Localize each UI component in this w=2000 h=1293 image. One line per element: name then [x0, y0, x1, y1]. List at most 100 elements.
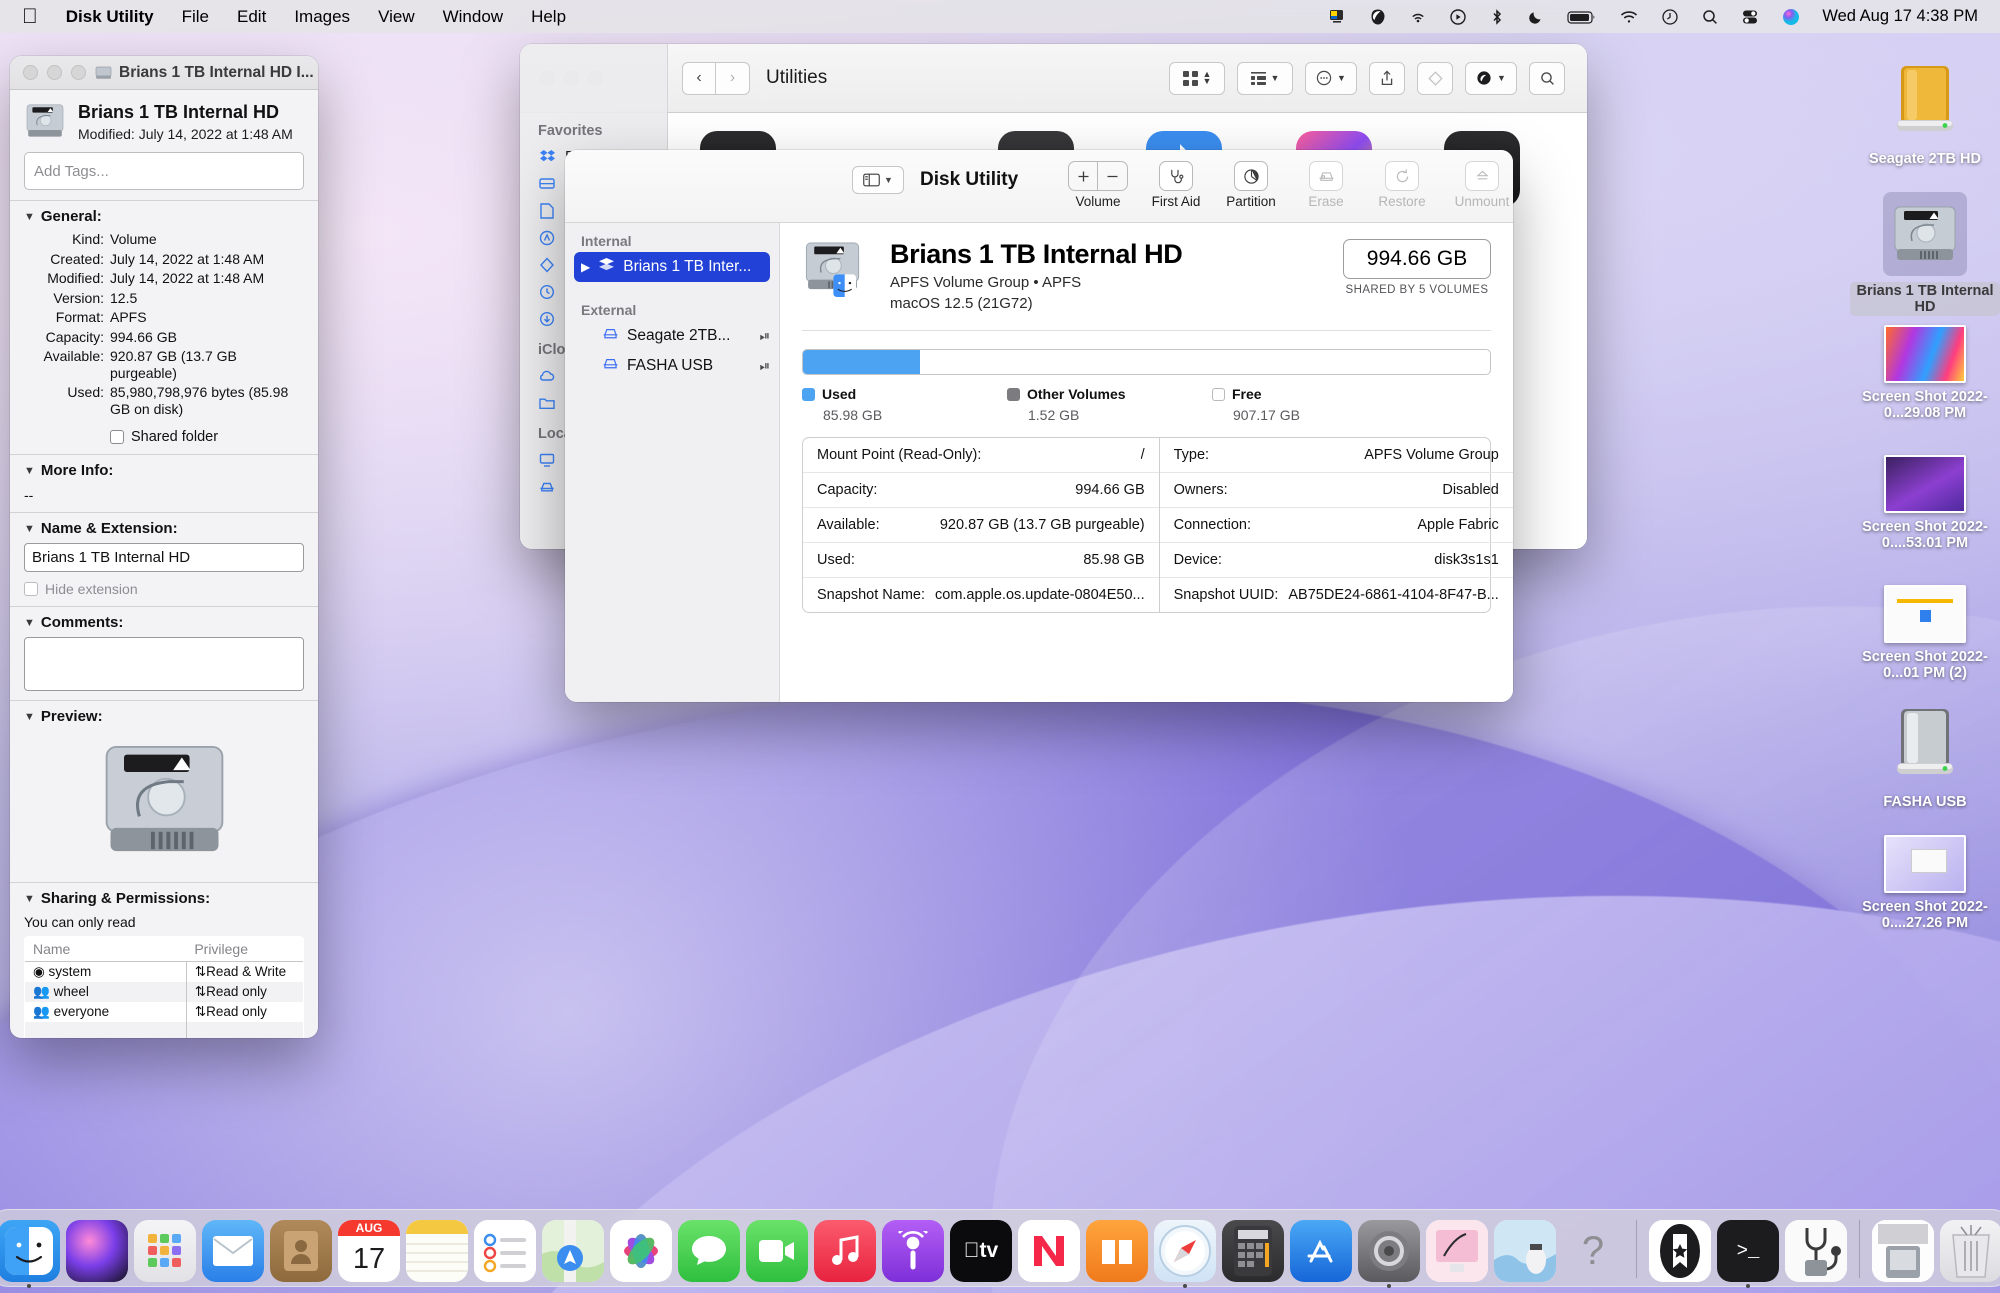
menu-item-edit[interactable]: Edit: [223, 7, 280, 27]
desktop-icon-screenshot-1[interactable]: Screen Shot 2022-0...29.08 PM: [1850, 325, 2000, 421]
group-by-button[interactable]: ▼: [1237, 62, 1293, 95]
dropbox-menu-button[interactable]: ▼: [1465, 62, 1517, 95]
eject-icon[interactable]: ⏯: [760, 358, 770, 374]
do-not-disturb-icon[interactable]: [1516, 8, 1556, 26]
menu-bar-clock[interactable]: Wed Aug 17 4:38 PM: [1812, 7, 2000, 26]
dock-item-facetime[interactable]: [746, 1220, 808, 1282]
toolbar-unmount-button[interactable]: Unmount: [1451, 161, 1513, 209]
share-button[interactable]: [1369, 62, 1405, 95]
action-menu-button[interactable]: ▼: [1305, 62, 1357, 95]
sharing-permissions-header[interactable]: ▼ Sharing & Permissions:: [24, 890, 304, 907]
dock-item-bookends[interactable]: [1649, 1220, 1711, 1282]
dock-item-siri[interactable]: [66, 1220, 128, 1282]
dock-item-reminders[interactable]: [474, 1220, 536, 1282]
dock-item-calendar[interactable]: AUG 17: [338, 1220, 400, 1282]
toolbar-erase-button[interactable]: Erase: [1295, 161, 1357, 209]
airplay-icon[interactable]: [1398, 8, 1438, 26]
table-row[interactable]: ◉ system ⇅Read & Write: [25, 962, 304, 983]
now-playing-icon[interactable]: [1438, 8, 1478, 26]
menu-item-images[interactable]: Images: [280, 7, 364, 27]
spotlight-icon[interactable]: [1690, 8, 1730, 26]
more-info-header[interactable]: ▼ More Info:: [24, 462, 304, 479]
sidebar-view-button[interactable]: ▼: [852, 166, 904, 194]
dock-item-messages[interactable]: [678, 1220, 740, 1282]
desktop-icon-screenshot-4[interactable]: Screen Shot 2022-0....27.26 PM: [1850, 835, 2000, 931]
icon-view-button[interactable]: ▲▼: [1169, 62, 1225, 95]
get-info-window[interactable]: Brians 1 TB Internal HD I... Brians 1 TB…: [10, 56, 318, 1038]
dock-item-trash[interactable]: [1940, 1220, 2000, 1282]
dock-item-photo-app[interactable]: [1494, 1220, 1556, 1282]
dock-item-mail[interactable]: [202, 1220, 264, 1282]
disk-utility-window[interactable]: Internal ▶ Brians 1 TB Inter... External…: [565, 150, 1513, 702]
dock-item-finder[interactable]: [0, 1220, 60, 1282]
remove-volume-button[interactable]: [1098, 161, 1128, 191]
dock-item-system-preferences[interactable]: [1358, 1220, 1420, 1282]
comments-textarea[interactable]: [24, 637, 304, 691]
dock-item-contacts[interactable]: [270, 1220, 332, 1282]
menu-item-app[interactable]: Disk Utility: [52, 7, 168, 27]
desktop-icon-screenshot-2[interactable]: Screen Shot 2022-0....53.01 PM: [1850, 455, 2000, 551]
dock-item-downloads-stack[interactable]: [1872, 1220, 1934, 1282]
desktop-icon-fasha-usb[interactable]: FASHA USB: [1850, 705, 2000, 810]
screen-sharing-icon[interactable]: [1316, 7, 1358, 27]
dock-item-news[interactable]: [1018, 1220, 1080, 1282]
sidebar-item-seagate-2tb[interactable]: Seagate 2TB... ⏯: [574, 321, 770, 351]
permission-privilege-cell[interactable]: ⇅Read only: [186, 982, 303, 1002]
dock-item-music[interactable]: [814, 1220, 876, 1282]
sidebar-item-fasha-usb[interactable]: FASHA USB ⏯: [574, 351, 770, 381]
permission-privilege-cell[interactable]: ⇅Read & Write: [186, 962, 303, 983]
dock-item-safari[interactable]: [1154, 1220, 1216, 1282]
add-tags-field[interactable]: Add Tags...: [24, 152, 304, 190]
toolbar-first-aid-button[interactable]: First Aid: [1145, 161, 1207, 209]
battery-icon[interactable]: [1556, 9, 1608, 25]
time-machine-icon[interactable]: [1650, 8, 1690, 26]
bluetooth-icon[interactable]: [1478, 8, 1516, 26]
shared-folder-checkbox[interactable]: [110, 430, 124, 444]
dock-item-photos[interactable]: [610, 1220, 672, 1282]
desktop-icon-brians-hd[interactable]: Brians 1 TB Internal HD: [1850, 192, 2000, 316]
toolbar-volume-button[interactable]: Volume: [1067, 161, 1129, 209]
dock-item-app-store[interactable]: [1290, 1220, 1352, 1282]
general-section-header[interactable]: ▼ General:: [24, 208, 304, 225]
dock-item-calculator[interactable]: [1222, 1220, 1284, 1282]
dock-item-screen-sharing[interactable]: [1426, 1220, 1488, 1282]
dock-item-disk-utility[interactable]: [1785, 1220, 1847, 1282]
eject-icon[interactable]: ⏯: [760, 328, 770, 344]
menu-item-file[interactable]: File: [168, 7, 223, 27]
permission-privilege-cell[interactable]: ⇅Read only: [186, 1002, 303, 1022]
permissions-table[interactable]: Name Privilege ◉ system ⇅Read & Write 👥 …: [24, 936, 304, 1038]
dock-item-help[interactable]: ?: [1562, 1220, 1624, 1282]
table-row[interactable]: 👥 wheel ⇅Read only: [25, 982, 304, 1002]
sidebar-item-brians-internal-hd[interactable]: ▶ Brians 1 TB Inter...: [574, 252, 770, 282]
name-extension-header[interactable]: ▼ Name & Extension:: [24, 520, 304, 537]
wifi-icon[interactable]: [1608, 8, 1650, 26]
comments-header[interactable]: ▼ Comments:: [24, 614, 304, 631]
siri-icon[interactable]: [1770, 7, 1812, 27]
name-input[interactable]: Brians 1 TB Internal HD: [24, 543, 304, 572]
menu-item-window[interactable]: Window: [429, 7, 517, 27]
toolbar-partition-button[interactable]: Partition: [1220, 161, 1282, 209]
dock-item-notes[interactable]: [406, 1220, 468, 1282]
dock-item-books[interactable]: [1086, 1220, 1148, 1282]
hide-extension-row[interactable]: Hide extension: [24, 581, 304, 597]
menu-item-view[interactable]: View: [364, 7, 429, 27]
add-volume-button[interactable]: [1068, 161, 1098, 191]
toolbar-restore-button[interactable]: Restore: [1371, 161, 1433, 209]
search-button[interactable]: [1529, 62, 1565, 95]
desktop-icon-screenshot-3[interactable]: Screen Shot 2022-0...01 PM (2): [1850, 585, 2000, 681]
hide-extension-checkbox[interactable]: [24, 582, 38, 596]
table-row[interactable]: 👥 everyone ⇅Read only: [25, 1002, 304, 1022]
dropbox-icon[interactable]: [1358, 8, 1398, 26]
forward-button[interactable]: ›: [716, 62, 750, 95]
preview-header[interactable]: ▼ Preview:: [24, 708, 304, 725]
desktop-icon-seagate[interactable]: Seagate 2TB HD: [1850, 62, 2000, 167]
dock-item-maps[interactable]: [542, 1220, 604, 1282]
dock-item-apple-tv[interactable]: tv: [950, 1220, 1012, 1282]
control-center-icon[interactable]: [1730, 8, 1770, 26]
chevron-right-icon[interactable]: ▶: [581, 260, 590, 274]
tag-button[interactable]: [1417, 62, 1453, 95]
shared-folder-row[interactable]: Shared folder: [24, 429, 304, 445]
dock-item-podcasts[interactable]: [882, 1220, 944, 1282]
back-button[interactable]: ‹: [682, 62, 716, 95]
menu-item-help[interactable]: Help: [517, 7, 580, 27]
